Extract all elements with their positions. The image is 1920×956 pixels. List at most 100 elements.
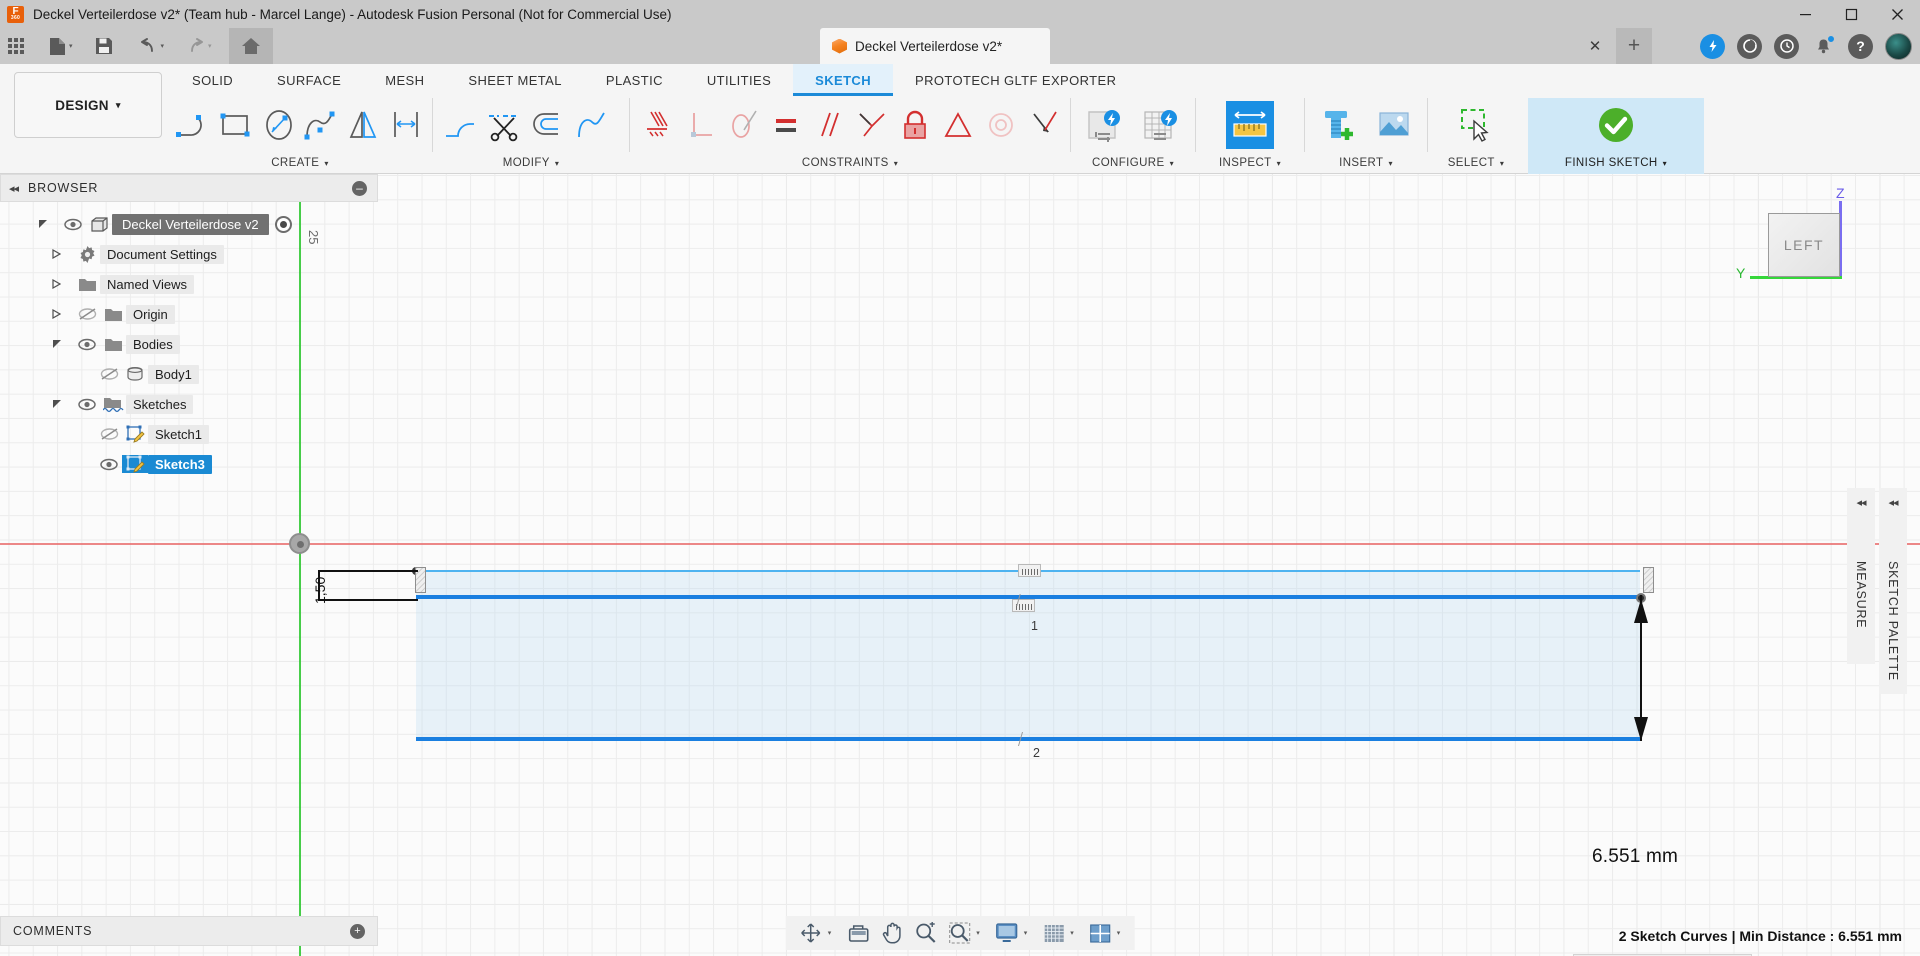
display-settings-caret-icon[interactable]: ▾ [1024, 929, 1028, 937]
panel-configure-label[interactable]: CONFIGURE ▾ [1071, 152, 1195, 174]
browser-minimize-icon[interactable]: – [352, 180, 367, 196]
undo-icon[interactable]: ▾ [132, 28, 172, 64]
grid-snaps-caret-icon[interactable]: ▾ [1070, 929, 1074, 937]
tree-node-bodies[interactable]: Bodies [0, 329, 378, 359]
tree-arrow-named-views-icon[interactable] [52, 279, 74, 289]
panel-inspect-label[interactable]: INSPECT ▾ [1196, 152, 1304, 174]
measure-panel-tab[interactable]: ◂◂ MEASURE [1847, 488, 1875, 664]
tree-arrow-bodies-icon[interactable] [52, 339, 74, 349]
tree-eye-origin-hidden-icon[interactable] [74, 307, 100, 321]
constraint-perpendicular-icon[interactable] [678, 100, 721, 150]
tree-arrow-sketches-icon[interactable] [52, 399, 74, 409]
workspace-selector[interactable]: DESIGN ▾ [14, 72, 162, 138]
constraint-vertical-right-icon[interactable] [1643, 567, 1654, 593]
comments-add-icon[interactable]: + [350, 923, 365, 939]
orbit-caret-icon[interactable]: ▾ [828, 929, 832, 937]
comments-panel[interactable]: COMMENTS + [0, 916, 378, 946]
notifications-icon[interactable] [1811, 34, 1836, 59]
grid-snaps-icon[interactable]: ▾ [1037, 916, 1080, 950]
job-status-icon[interactable] [1737, 33, 1762, 59]
tree-eye-sketch1-hidden-icon[interactable] [96, 427, 122, 441]
look-at-icon[interactable] [841, 916, 875, 950]
constraint-collinear-icon[interactable] [1022, 100, 1065, 150]
save-icon[interactable] [88, 28, 120, 64]
ribbon-tab-prototech-gltf-exporter[interactable]: PROTOTECH GLTF EXPORTER [893, 64, 1138, 96]
panel-constraints-label[interactable]: CONSTRAINTS ▾ [630, 152, 1070, 174]
tree-node-sketch3[interactable]: Sketch3 [0, 449, 378, 479]
zoom-window-caret-icon[interactable]: ▾ [976, 929, 980, 937]
sketch-palette-collapse-icon[interactable]: ◂◂ [1888, 496, 1898, 509]
ribbon-tab-surface[interactable]: SURFACE [255, 64, 363, 96]
finish-sketch-check-icon[interactable] [1588, 100, 1644, 150]
constraint-badge-top[interactable] [1018, 564, 1041, 577]
insert-image-icon[interactable] [1366, 100, 1422, 150]
pan-icon[interactable] [875, 916, 908, 950]
panel-create-label[interactable]: CREATE ▾ [168, 152, 432, 174]
tree-eye-sketch3-icon[interactable] [96, 458, 122, 471]
panel-modify-label[interactable]: MODIFY ▾ [433, 152, 629, 174]
constraint-concentric-icon[interactable] [979, 100, 1022, 150]
origin-point[interactable] [289, 533, 310, 554]
tree-node-origin[interactable]: Origin [0, 299, 378, 329]
tree-node-sketch1[interactable]: Sketch1 [0, 419, 378, 449]
minimize-button[interactable] [1782, 0, 1828, 28]
panel-finish-sketch-label[interactable]: FINISH SKETCH ▾ [1565, 152, 1667, 174]
tree-node-named-views[interactable]: Named Views [0, 269, 378, 299]
sketch-palette-tab[interactable]: ◂◂ SKETCH PALETTE [1879, 488, 1907, 694]
dimension-left-value[interactable]: 1,50 [312, 577, 328, 604]
insert-mcmaster-bolt-icon[interactable] [1310, 100, 1366, 150]
line-icon[interactable] [173, 100, 215, 150]
recent-icon[interactable] [1774, 33, 1799, 59]
measure-icon[interactable] [1226, 101, 1274, 149]
tree-arrow-origin-icon[interactable] [52, 309, 74, 319]
rectangle-icon[interactable] [215, 100, 257, 150]
constraint-coincident-icon[interactable] [635, 100, 678, 150]
new-tab-button[interactable]: + [1616, 28, 1652, 64]
ribbon-tab-sheet-metal[interactable]: SHEET METAL [446, 64, 584, 96]
undo-caret[interactable]: ▾ [161, 42, 165, 50]
tree-activate-radio[interactable] [274, 215, 292, 233]
document-tab-close-icon[interactable]: ✕ [1586, 37, 1604, 55]
constraint-equal-icon[interactable] [764, 100, 807, 150]
offset-icon[interactable] [526, 100, 570, 150]
mirror-icon[interactable] [342, 100, 384, 150]
ribbon-tab-solid[interactable]: SOLID [170, 64, 255, 96]
configure-part-icon[interactable] [1076, 100, 1132, 150]
close-button[interactable] [1874, 0, 1920, 28]
avatar[interactable] [1885, 32, 1912, 60]
select-icon[interactable] [1448, 100, 1504, 150]
constraint-tangent-icon[interactable] [721, 100, 764, 150]
tree-node-sketches[interactable]: Sketches [0, 389, 378, 419]
new-document-icon[interactable]: ▾ [42, 28, 80, 64]
tree-node-body1[interactable]: Body1 [0, 359, 378, 389]
rectangular-pattern-icon[interactable] [385, 100, 427, 150]
tree-arrow-document-settings-icon[interactable] [52, 249, 74, 259]
ribbon-tab-sketch[interactable]: SKETCH [793, 64, 894, 96]
tree-node-document-settings[interactable]: Document Settings [0, 239, 378, 269]
constraint-symmetry-icon[interactable] [850, 100, 893, 150]
constraint-parallel-icon[interactable] [807, 100, 850, 150]
ribbon-tab-plastic[interactable]: PLASTIC [584, 64, 685, 96]
redo-icon[interactable]: ▾ [179, 28, 219, 64]
home-icon[interactable] [228, 28, 273, 64]
maximize-button[interactable] [1828, 0, 1874, 28]
zoom-window-icon[interactable]: ▾ [942, 916, 986, 950]
tree-node-root[interactable]: Deckel Verteilerdose v2 [0, 209, 378, 239]
spline-icon[interactable] [300, 100, 342, 150]
tree-eye-body1-hidden-icon[interactable] [96, 367, 122, 381]
new-caret[interactable]: ▾ [69, 42, 73, 50]
app-grid-icon[interactable] [0, 28, 32, 64]
trim-scissors-icon[interactable] [482, 100, 526, 150]
ribbon-tab-utilities[interactable]: UTILITIES [685, 64, 793, 96]
constraint-midpoint-icon[interactable] [936, 100, 979, 150]
document-tab[interactable]: Deckel Verteilerdose v2* [820, 28, 1050, 64]
viewports-icon[interactable]: ▾ [1084, 916, 1127, 950]
orbit-icon[interactable]: ▾ [794, 916, 838, 950]
view-cube-face-left[interactable]: LEFT [1768, 213, 1840, 277]
panel-insert-label[interactable]: INSERT ▾ [1305, 152, 1427, 174]
help-icon[interactable]: ? [1848, 33, 1873, 59]
browser-collapse-icon[interactable]: ◂◂ [9, 182, 19, 195]
dimension-left[interactable]: 1,50 [300, 570, 418, 604]
tree-eye-bodies-icon[interactable] [74, 338, 100, 351]
tree-eye-root-icon[interactable] [60, 218, 86, 231]
